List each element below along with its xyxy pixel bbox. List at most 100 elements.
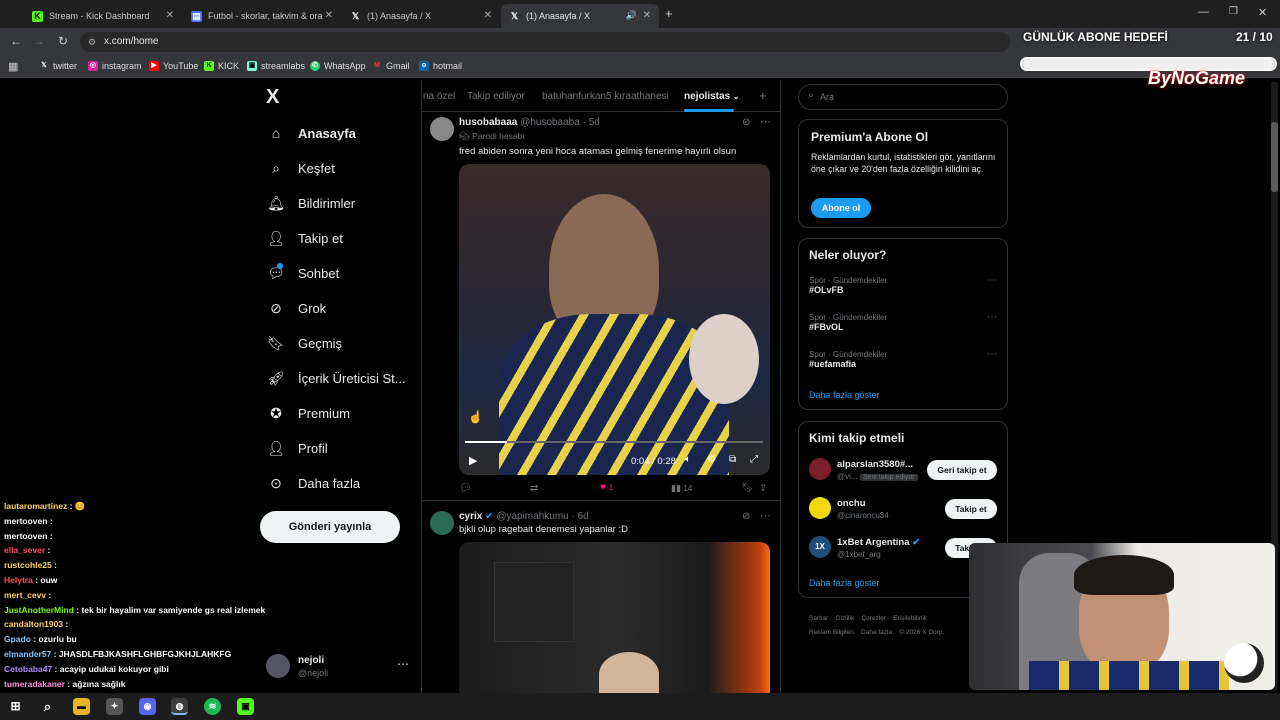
pip-icon[interactable]: ⧉ xyxy=(729,454,736,465)
chat-username[interactable]: elmander57 xyxy=(4,649,51,659)
trends-show-more[interactable]: Daha fazla göster xyxy=(809,390,880,400)
spotify-icon[interactable]: ≋ xyxy=(204,698,221,715)
browser-tab-x-2[interactable]: 𝕏 (1) Anasayfa / X 🔊 ✕ xyxy=(501,4,659,28)
chat-username[interactable]: tumeradakaner xyxy=(4,679,65,689)
views-count[interactable]: ▮▮ 14 xyxy=(671,483,692,494)
bookmark-kick[interactable]: K KICK xyxy=(204,61,239,71)
suggest-name[interactable]: onchu xyxy=(837,498,866,509)
follow-back-button[interactable]: Geri takip et xyxy=(927,460,997,480)
volume-icon[interactable]: 🔈︎ xyxy=(685,454,691,465)
post-button[interactable]: Gönderi yayınla xyxy=(260,511,400,543)
who-show-more[interactable]: Daha fazla göster xyxy=(809,578,880,588)
chat-username[interactable]: JustAnotherMind xyxy=(4,605,74,615)
chat-username[interactable]: mertooven xyxy=(4,516,47,526)
apps-grid-icon[interactable]: ▦ xyxy=(8,60,18,73)
play-icon[interactable]: ▶ xyxy=(469,454,477,467)
tweet-more-icon[interactable]: ⋯ xyxy=(760,509,771,522)
browser-tab-x-1[interactable]: 𝕏 (1) Anasayfa / X ✕ xyxy=(342,4,500,28)
tweet-author-name[interactable]: husobabaaa xyxy=(459,117,517,128)
back-icon[interactable]: ← xyxy=(10,34,22,48)
share-icon[interactable]: ⇪ xyxy=(759,483,767,494)
maximize-icon[interactable]: ❐ xyxy=(1229,6,1238,17)
close-tab-icon[interactable]: ✕ xyxy=(643,10,651,21)
sidebar-item-creator-studio[interactable]: 🚀︎ İçerik Üreticisi St... xyxy=(267,367,406,389)
sidebar-item-premium[interactable]: ✪ Premium xyxy=(268,402,350,424)
sidebar-item-bookmarks[interactable]: 🔖︎ Geçmiş xyxy=(267,332,342,354)
tab-kiraathanesi[interactable]: batuhanfurkan5 kıraathanesi xyxy=(542,91,669,102)
kick-app-icon[interactable]: ▣ xyxy=(237,698,254,715)
bookmark-gmail[interactable]: M Gmail xyxy=(372,61,409,71)
forward-icon[interactable]: → xyxy=(33,34,45,48)
tweet-time[interactable]: 5d xyxy=(589,117,600,128)
sidebar-item-home[interactable]: ⌂ Anasayfa xyxy=(268,122,356,144)
chat-username[interactable]: mertooven xyxy=(4,531,47,541)
speaker-icon[interactable]: 🔊 xyxy=(626,10,637,21)
close-tab-icon[interactable]: ✕ xyxy=(484,10,492,21)
chat-username[interactable]: candalton1903 xyxy=(4,619,63,629)
x-logo-icon[interactable]: X xyxy=(266,86,279,109)
chat-username[interactable]: ella_sever xyxy=(4,545,45,555)
site-info-icon[interactable]: ⚙ xyxy=(88,32,96,52)
bookmark-whatsapp[interactable]: ✆ WhatsApp xyxy=(310,61,366,71)
subscribe-button[interactable]: Abone ol xyxy=(811,198,871,218)
discord-icon[interactable]: ◉ xyxy=(139,698,156,715)
windows-start-icon[interactable]: ⊞ xyxy=(7,698,24,715)
chrome-icon[interactable]: ◍ xyxy=(171,698,188,715)
chat-username[interactable]: Cetobaba47 xyxy=(4,664,52,674)
bookmark-streamlabs[interactable]: ▣ streamlabs xyxy=(247,61,305,71)
sidebar-item-explore[interactable]: ⌕ Keşfet xyxy=(268,157,335,179)
app-icon[interactable]: ✦ xyxy=(106,698,123,715)
like-button[interactable]: ♥ 1 xyxy=(600,482,613,493)
avatar[interactable] xyxy=(809,458,831,480)
bookmark-hotmail[interactable]: o hotmail xyxy=(419,61,462,71)
browser-tab-kick[interactable]: K Stream - Kick Dashboard ✕ xyxy=(24,4,182,28)
url-input[interactable]: ⚙ x.com/home xyxy=(80,32,1010,52)
follow-button[interactable]: Takip et xyxy=(945,499,997,519)
tweet-author-handle[interactable]: @yapimahkumu xyxy=(496,511,568,522)
browser-tab-futbol[interactable]: ▤ Futbol - skorlar, takvim & oranla ✕ xyxy=(183,4,341,28)
avatar[interactable] xyxy=(430,511,454,535)
sidebar-item-notifications[interactable]: 🔔︎ Bildirimler xyxy=(267,192,355,214)
chat-username[interactable]: Helytra xyxy=(4,575,33,585)
avatar[interactable] xyxy=(430,117,454,141)
new-tab-icon[interactable]: + xyxy=(665,6,673,21)
avatar[interactable] xyxy=(809,497,831,519)
search-input[interactable]: ⌕ Ara xyxy=(798,84,1008,110)
tweet-author-name[interactable]: cyrix xyxy=(459,511,482,522)
close-tab-icon[interactable]: ✕ xyxy=(166,10,174,21)
account-more-icon[interactable]: ⋯ xyxy=(397,657,409,671)
sidebar-item-profile[interactable]: 👤︎ Profil xyxy=(267,437,328,459)
retweet-icon[interactable]: ⇄ xyxy=(530,483,538,494)
chat-username[interactable]: rustcohle25 xyxy=(4,560,52,570)
close-tab-icon[interactable]: ✕ xyxy=(325,10,333,21)
minimize-icon[interactable]: — xyxy=(1198,6,1209,18)
trend-item[interactable]: Spor · Gündemdekiler #OLvFB xyxy=(809,276,887,295)
trend-more-icon[interactable]: ⋯ xyxy=(987,312,997,323)
tweet-video[interactable] xyxy=(459,542,770,693)
suggest-name[interactable]: alparslan3580#... xyxy=(837,459,922,470)
bookmark-twitter[interactable]: 𝕏twitter xyxy=(39,61,77,71)
grok-icon[interactable]: ⊘ xyxy=(742,117,750,128)
chat-username[interactable]: Gpado xyxy=(4,634,31,644)
tweet-video[interactable]: ▶ 0:04 / 0:28 🔈︎ ⚙ ⧉ ⤢ xyxy=(459,164,770,475)
tab-following[interactable]: Takip ediliyor xyxy=(467,91,525,102)
tab-na-ozel[interactable]: na özel xyxy=(423,91,455,102)
tweet-time[interactable]: 6d xyxy=(578,511,589,522)
trend-more-icon[interactable]: ⋯ xyxy=(987,275,997,286)
tweet-author-handle[interactable]: @husobaaba xyxy=(520,117,580,128)
reload-icon[interactable]: ↻ xyxy=(58,34,68,48)
chat-username[interactable]: mert_cevv xyxy=(4,590,46,600)
sidebar-item-more[interactable]: ⊙ Daha fazla xyxy=(268,472,360,494)
settings-icon[interactable]: ⚙ xyxy=(707,454,716,465)
bookmark-instagram[interactable]: ◎ instagram xyxy=(88,61,142,71)
scrollbar-thumb[interactable] xyxy=(1271,122,1278,192)
tweet-more-icon[interactable]: ⋯ xyxy=(760,115,771,128)
suggest-name[interactable]: 1xBet Argentina ✔ xyxy=(837,537,920,548)
trend-more-icon[interactable]: ⋯ xyxy=(987,349,997,360)
file-explorer-icon[interactable]: ▬ xyxy=(73,698,90,715)
avatar[interactable] xyxy=(266,654,290,678)
fullscreen-icon[interactable]: ⤢ xyxy=(750,454,758,465)
avatar[interactable]: 1X xyxy=(809,536,831,558)
trend-item[interactable]: Spor · Gündemdekiler #FBvOL xyxy=(809,313,887,332)
search-icon[interactable]: ⌕ xyxy=(39,698,56,715)
